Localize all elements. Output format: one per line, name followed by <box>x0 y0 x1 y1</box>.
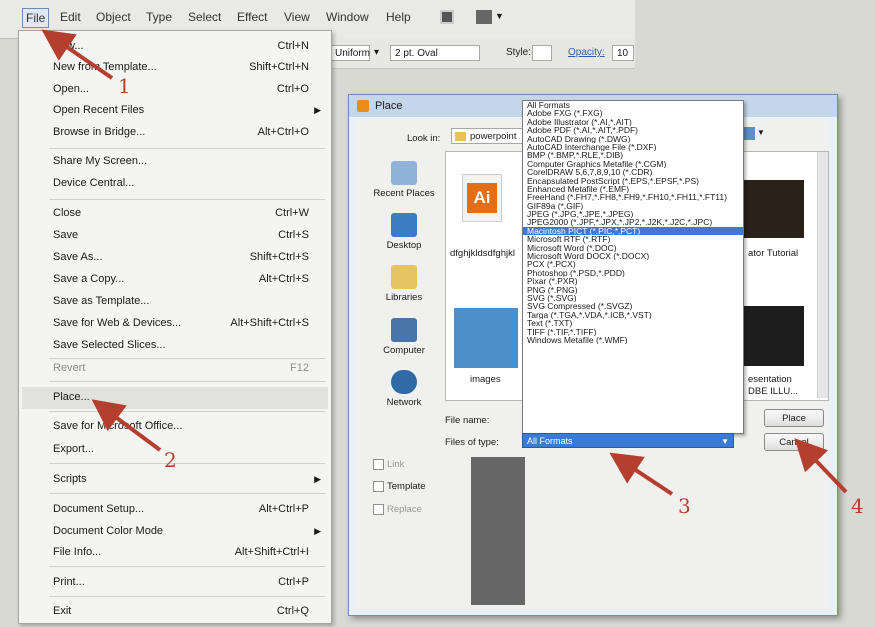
arrow-2 <box>91 399 162 452</box>
step-4-label: 4 <box>851 494 864 518</box>
step-3-label: 3 <box>678 494 691 518</box>
step-2-label: 2 <box>164 448 177 472</box>
step-1-label: 1 <box>118 74 131 98</box>
arrow-3 <box>609 452 674 496</box>
annotation-arrows <box>41 29 848 496</box>
arrow-1 <box>41 29 114 80</box>
arrow-4 <box>794 438 848 494</box>
